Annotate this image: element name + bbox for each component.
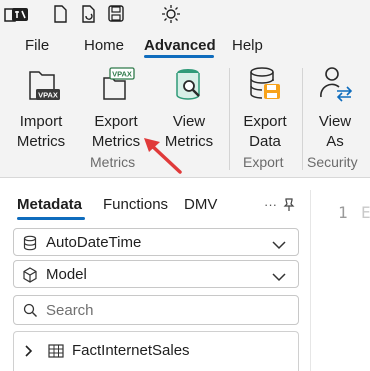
export-data-icon [238,64,292,110]
search-placeholder: Search [46,302,94,319]
tab-file[interactable]: File [25,37,49,54]
menu-bar: File Home Advanced Help [0,28,370,60]
table-icon [48,343,64,364]
tab-dmv[interactable]: DMV [184,196,217,213]
model-dropdown-value: Model [46,266,87,283]
chevron-right-icon[interactable] [24,344,34,362]
model-dropdown[interactable]: Model [13,260,299,288]
database-icon [22,235,38,256]
view-as-label-2: As [326,133,344,150]
tab-metadata[interactable]: Metadata [17,196,82,213]
group-label-security: Security [307,154,358,170]
tab-advanced[interactable]: Advanced [144,37,216,54]
chevron-down-icon [272,237,286,255]
chevron-down-icon [272,269,286,287]
view-as-icon [310,64,360,110]
database-dropdown-value: AutoDateTime [46,234,142,251]
line-number: 1 [338,203,348,222]
export-metrics-label-1: Export [94,113,138,130]
export-metrics-label-2: Metrics [91,133,141,150]
new-file-icon[interactable] [52,4,68,29]
view-as-label-1: View [318,113,352,130]
search-icon [23,303,38,323]
database-dropdown[interactable]: AutoDateTime [13,228,299,256]
pin-icon[interactable] [283,198,295,217]
import-metrics-label-2: Metrics [16,133,66,150]
import-metrics-icon: VPAX [12,64,70,110]
vpax-badge: VPAX [112,70,132,79]
metadata-tree: FactInternetSales [13,331,299,371]
tree-item-factinternetsales[interactable]: FactInternetSales [14,332,298,371]
query-editor[interactable]: 1 E [310,190,370,371]
save-icon[interactable] [107,4,125,29]
vpax-badge: VPAX [38,91,58,100]
export-metrics-button[interactable]: VPAX Export Metrics [86,64,146,152]
tab-home[interactable]: Home [84,37,124,54]
open-file-icon[interactable] [80,4,98,29]
import-metrics-button[interactable]: VPAX Import Metrics [12,64,70,152]
view-metrics-label-1: View [172,113,206,130]
model-cube-icon [22,267,38,288]
tree-item-label: FactInternetSales [72,342,190,359]
export-data-label-2: Data [249,133,281,150]
title-bar [0,0,370,28]
export-metrics-icon: VPAX [86,64,146,110]
view-metrics-icon [160,64,218,110]
view-as-button[interactable]: View As [310,64,360,152]
export-data-button[interactable]: Export Data [238,64,292,152]
export-data-label-1: Export [243,113,287,130]
active-tab-indicator [144,55,214,58]
tab-help[interactable]: Help [232,37,263,54]
more-options-icon[interactable]: ··· [264,197,277,212]
theme-toggle-icon[interactable] [161,4,181,29]
search-input[interactable]: Search [13,295,299,325]
group-label-metrics: Metrics [90,154,136,170]
ribbon-separator [229,68,230,170]
active-pane-tab-indicator [17,217,85,220]
editor-text: E [361,203,370,222]
tab-functions[interactable]: Functions [103,196,168,213]
app-logo-icon [4,4,34,29]
group-label-export: Export [243,154,284,170]
annotation-arrow-icon [144,138,182,174]
import-metrics-label-1: Import [19,113,63,130]
ribbon-separator [302,68,303,170]
